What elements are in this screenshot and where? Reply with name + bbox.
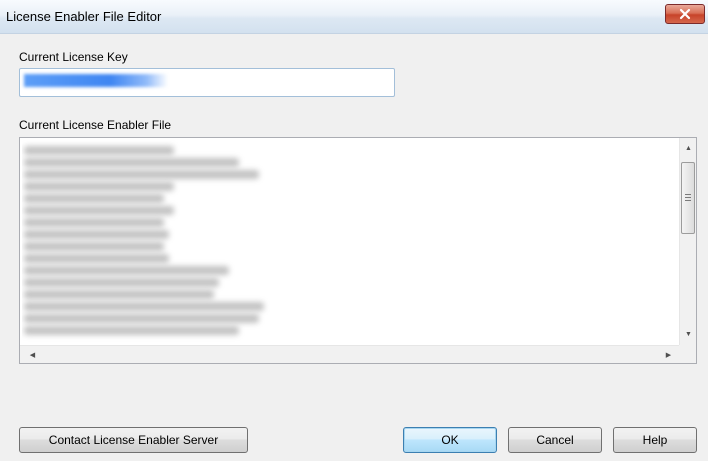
license-file-textarea[interactable]: ▲ ▼ ◀ ▶ xyxy=(19,137,697,364)
contact-license-enabler-server-button[interactable]: Contact License Enabler Server xyxy=(19,427,248,453)
horizontal-scrollbar[interactable]: ◀ ▶ xyxy=(20,345,681,363)
scroll-down-arrow-icon[interactable]: ▼ xyxy=(680,326,697,343)
scroll-left-arrow-icon[interactable]: ◀ xyxy=(24,346,41,363)
license-key-field[interactable] xyxy=(19,68,395,97)
vertical-scroll-thumb[interactable] xyxy=(681,162,695,234)
help-button[interactable]: Help xyxy=(613,427,697,453)
close-button[interactable] xyxy=(665,4,705,24)
close-icon xyxy=(679,8,691,20)
title-bar[interactable]: License Enabler File Editor xyxy=(0,0,708,34)
ok-button[interactable]: OK xyxy=(403,427,497,453)
vertical-scrollbar[interactable]: ▲ ▼ xyxy=(679,138,696,346)
license-file-label: Current License Enabler File xyxy=(19,118,172,132)
scrollbar-corner xyxy=(679,345,696,363)
license-file-redacted-content xyxy=(22,140,682,345)
license-key-redacted-value xyxy=(24,74,168,87)
license-key-label: Current License Key xyxy=(19,50,128,64)
window-title: License Enabler File Editor xyxy=(6,9,162,24)
scroll-right-arrow-icon[interactable]: ▶ xyxy=(660,346,677,363)
cancel-button[interactable]: Cancel xyxy=(508,427,602,453)
scroll-up-arrow-icon[interactable]: ▲ xyxy=(680,140,697,157)
